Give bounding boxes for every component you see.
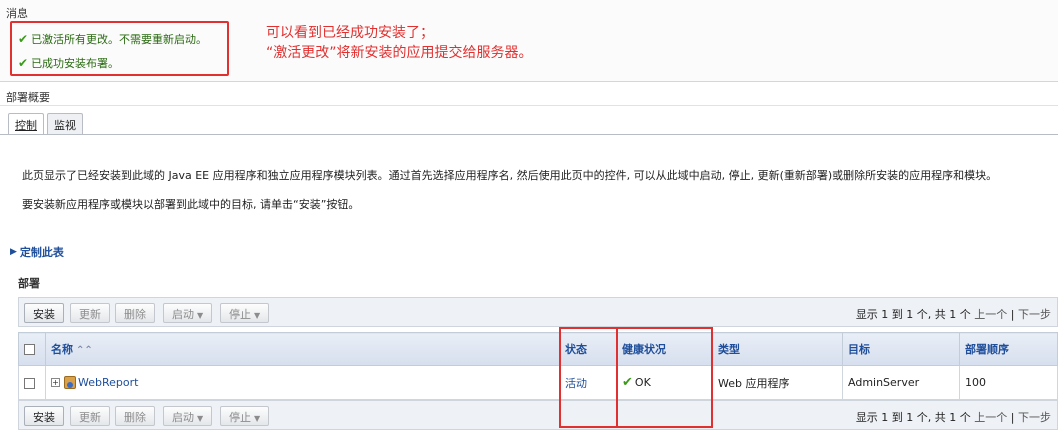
- stop-dropdown[interactable]: 停止 ▼: [220, 406, 270, 426]
- deployments-table: 名称 ⌃⌃ 状态 健康状况 类型 目标 部署顺序 + WebReport 活动 ✔ O…: [18, 332, 1058, 400]
- stop-dropdown[interactable]: 停止 ▼: [220, 303, 270, 323]
- customize-table-link[interactable]: ▶ 定制此表: [10, 244, 64, 260]
- application-icon: [64, 376, 76, 390]
- type-cell: Web 应用程序: [712, 365, 843, 400]
- pager-prev[interactable]: 上一个: [974, 411, 1007, 424]
- start-label: 启动: [172, 411, 194, 424]
- update-button[interactable]: 更新: [70, 303, 110, 323]
- deployments-title: 部署: [18, 277, 40, 290]
- delete-button[interactable]: 删除: [115, 303, 155, 323]
- triangle-right-icon: ▶: [10, 247, 17, 257]
- chevron-down-icon: ▼: [254, 311, 261, 320]
- description-text: 此页显示了已经安装到此域的 Java EE 应用程序和独立应用程序模块列表。通过…: [22, 169, 998, 182]
- pager: 显示 1 到 1 个, 共 1 个 上一个 | 下一步: [856, 306, 1051, 322]
- deployments-toolbar-top: 安装 更新 删除 启动 ▼ 停止 ▼ 显示 1 到 1 个, 共 1 个 上一个 |…: [18, 297, 1058, 327]
- start-dropdown[interactable]: 启动 ▼: [163, 406, 213, 426]
- row-select-cell: [18, 365, 46, 400]
- pager-info: 显示 1 到 1 个, 共 1 个: [855, 308, 971, 321]
- chevron-down-icon: ▼: [254, 414, 261, 423]
- deployments-toolbar-bottom: 安装 更新 删除 启动 ▼ 停止 ▼ 显示 1 到 1 个, 共 1 个 上一个 |…: [18, 400, 1058, 430]
- annotation-highlight-divider: [616, 327, 618, 428]
- app-name-link[interactable]: WebReport: [78, 376, 138, 389]
- start-dropdown[interactable]: 启动 ▼: [163, 303, 213, 323]
- annotation-line-2: “激活更改”将新安装的应用提交给服务器。: [266, 45, 533, 61]
- column-header-order[interactable]: 部署顺序: [959, 332, 1058, 366]
- annotation-highlight-box: [10, 21, 229, 76]
- row-checkbox[interactable]: [24, 377, 35, 389]
- sort-icon[interactable]: ⌃⌃: [76, 345, 93, 356]
- column-header-target[interactable]: 目标: [842, 332, 960, 366]
- select-all-checkbox[interactable]: [24, 344, 35, 355]
- pager: 显示 1 到 1 个, 共 1 个 上一个 | 下一步: [856, 409, 1051, 425]
- chevron-down-icon: ▼: [197, 414, 204, 423]
- pager-separator: |: [1010, 411, 1015, 424]
- expand-icon[interactable]: +: [51, 378, 60, 388]
- section-title: 部署概要: [6, 91, 50, 104]
- tab-divider: [0, 134, 1058, 135]
- stop-label: 停止: [229, 411, 251, 424]
- pager-info: 显示 1 到 1 个, 共 1 个: [855, 411, 971, 424]
- pager-next[interactable]: 下一步: [1018, 308, 1051, 321]
- table-row: + WebReport 活动 ✔ OK Web 应用程序 AdminServer 1…: [18, 365, 1058, 400]
- stop-label: 停止: [229, 308, 251, 321]
- order-cell: 100: [959, 365, 1058, 400]
- pager-next[interactable]: 下一步: [1018, 411, 1051, 424]
- target-cell: AdminServer: [842, 365, 960, 400]
- name-cell: + WebReport: [45, 365, 560, 400]
- messages-panel: 消息 ✔ 已激活所有更改。不需要重新启动。 ✔ 已成功安装布署。 可以看到已经成…: [0, 0, 1058, 82]
- divider: [0, 105, 1058, 106]
- delete-button[interactable]: 删除: [115, 406, 155, 426]
- chevron-down-icon: ▼: [197, 311, 204, 320]
- tab-monitoring[interactable]: 监视: [47, 113, 83, 135]
- select-all-header: [18, 332, 46, 366]
- annotation-highlight-box: [559, 327, 713, 428]
- install-button[interactable]: 安装: [24, 303, 64, 323]
- table-header-row: 名称 ⌃⌃ 状态 健康状况 类型 目标 部署顺序: [18, 332, 1058, 366]
- install-button[interactable]: 安装: [24, 406, 64, 426]
- customize-label: 定制此表: [19, 246, 64, 259]
- update-button[interactable]: 更新: [70, 406, 110, 426]
- column-header-name[interactable]: 名称 ⌃⌃: [45, 332, 560, 366]
- annotation-line-1: 可以看到已经成功安装了；: [266, 25, 434, 41]
- pager-prev[interactable]: 上一个: [974, 308, 1007, 321]
- pager-separator: |: [1010, 308, 1015, 321]
- start-label: 启动: [172, 308, 194, 321]
- messages-title: 消息: [6, 7, 28, 20]
- column-name-label: 名称: [51, 343, 73, 356]
- column-header-type[interactable]: 类型: [712, 332, 843, 366]
- install-hint-text: 要安装新应用程序或模块以部署到此域中的目标, 请单击“安装”按钮。: [22, 198, 360, 211]
- tab-control[interactable]: 控制: [8, 113, 44, 135]
